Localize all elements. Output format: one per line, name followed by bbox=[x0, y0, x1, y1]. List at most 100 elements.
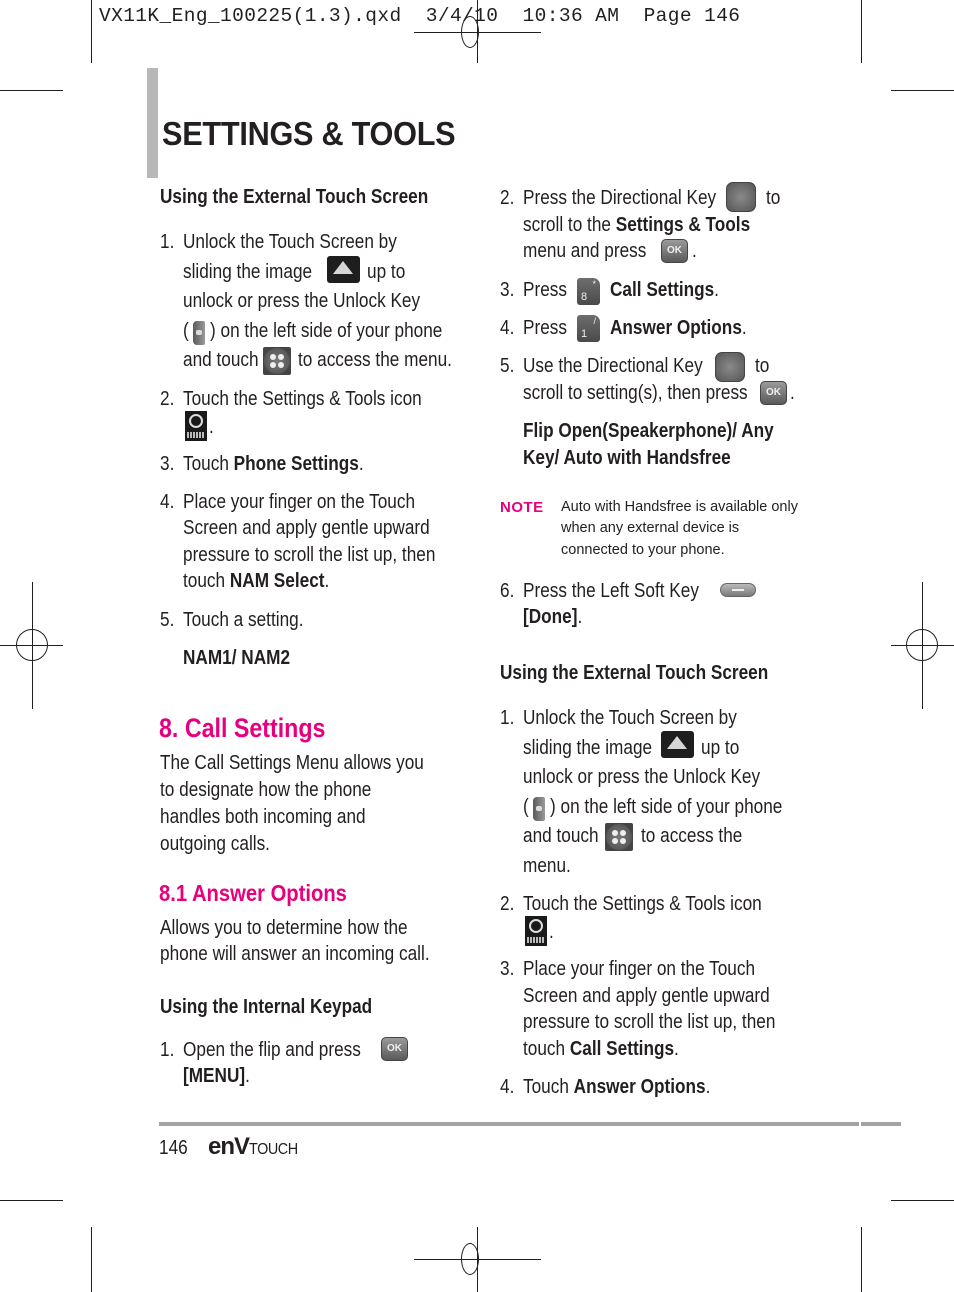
menu-reference: NAM Select bbox=[229, 570, 325, 592]
section-heading: Using the Internal Keypad bbox=[160, 996, 373, 1018]
menu-reference: [Done] bbox=[523, 606, 578, 628]
directional-key-icon bbox=[726, 182, 756, 212]
step-text: touch NAM Select. bbox=[183, 570, 329, 593]
step-text: unlock or press the Unlock Key bbox=[523, 766, 761, 788]
text: touch bbox=[183, 570, 230, 592]
step-text: Touch the Settings & Tools icon bbox=[523, 893, 762, 915]
body-text: outgoing calls. bbox=[160, 833, 270, 855]
step-text: . bbox=[692, 240, 697, 262]
options-list: NAM1/ NAM2 bbox=[183, 647, 291, 669]
step-text: sliding the image bbox=[523, 737, 653, 759]
unlock-key-icon bbox=[193, 321, 205, 345]
step-text: and touch bbox=[523, 825, 599, 847]
step-text: Place your finger on the Touch bbox=[523, 958, 756, 980]
brand-env: enV bbox=[208, 1133, 250, 1160]
step-text: and touch bbox=[183, 349, 259, 371]
step-text: Press the Directional Key bbox=[523, 187, 717, 209]
note-text: connected to your phone. bbox=[561, 542, 725, 558]
step-text: Screen and apply gentle upward bbox=[183, 517, 430, 539]
step-number: 4. bbox=[160, 491, 175, 513]
key-number: 1 bbox=[581, 328, 588, 340]
step-text: Screen and apply gentle upward bbox=[523, 985, 770, 1007]
text: . bbox=[741, 317, 747, 339]
menu-icon bbox=[263, 347, 291, 375]
crop-mark bbox=[0, 1200, 63, 1201]
text: . bbox=[358, 453, 364, 475]
step-text: unlock or press the Unlock Key bbox=[183, 290, 421, 312]
step-text: Touch the Settings & Tools icon bbox=[183, 388, 422, 410]
settings-tools-icon bbox=[525, 916, 547, 946]
unlock-key-icon bbox=[533, 797, 545, 821]
step-text: Touch a setting. bbox=[183, 609, 304, 631]
text: scroll to the bbox=[523, 214, 616, 236]
step-number: 4. bbox=[500, 1076, 515, 1098]
crop-mark bbox=[91, 1227, 92, 1292]
page-number: 146 bbox=[159, 1137, 188, 1159]
step-text: Answer Options. bbox=[610, 317, 747, 340]
ok-key-icon: OK bbox=[381, 1037, 408, 1061]
text: . bbox=[324, 570, 330, 592]
step-number: 1. bbox=[160, 1039, 175, 1061]
step-number: 3. bbox=[160, 453, 175, 475]
step-number: 2. bbox=[500, 187, 515, 209]
note-label: NOTE bbox=[500, 499, 544, 516]
note-text: when any external device is bbox=[561, 520, 740, 536]
menu-reference: Answer Options bbox=[573, 1076, 706, 1098]
text: . bbox=[674, 1038, 679, 1060]
step-text: ) on the left side of your phone bbox=[210, 320, 443, 342]
step-text: . bbox=[790, 382, 795, 404]
subsection-title: 8.1 Answer Options bbox=[159, 880, 347, 906]
crop-mark bbox=[891, 1200, 954, 1201]
crop-mark bbox=[91, 0, 92, 63]
step-number: 1. bbox=[500, 707, 515, 729]
text: . bbox=[714, 279, 719, 301]
menu-reference: [MENU] bbox=[183, 1065, 246, 1087]
options-list: Key/ Auto with Handsfree bbox=[523, 447, 731, 469]
slide-unlock-icon bbox=[327, 256, 360, 283]
section-title: 8. Call Settings bbox=[159, 713, 326, 743]
step-text: Use the Directional Key bbox=[523, 355, 703, 377]
note-text: Auto with Handsfree is available only bbox=[561, 499, 798, 515]
step-text: ) on the left side of your phone bbox=[550, 796, 783, 818]
ok-key-icon: OK bbox=[661, 239, 688, 263]
step-text: Press bbox=[523, 279, 567, 301]
registration-mark bbox=[906, 629, 938, 661]
step-text: [Done]. bbox=[523, 606, 582, 629]
menu-reference: Phone Settings bbox=[233, 453, 359, 475]
step-text: [MENU]. bbox=[183, 1065, 250, 1088]
text: touch bbox=[523, 1038, 570, 1060]
step-text: . bbox=[209, 416, 214, 438]
step-text: menu. bbox=[523, 855, 571, 877]
key-1-icon: 1/ bbox=[577, 315, 600, 342]
step-text: Press bbox=[523, 317, 567, 339]
step-number: 3. bbox=[500, 279, 515, 301]
step-text: Unlock the Touch Screen by bbox=[523, 707, 737, 729]
step-text: pressure to scroll the list up, then bbox=[523, 1011, 776, 1033]
options-list: Flip Open(Speakerphone)/ Any bbox=[523, 420, 774, 442]
body-text: handles both incoming and bbox=[160, 806, 366, 828]
registration-mark bbox=[461, 1243, 479, 1275]
slide-unlock-icon bbox=[661, 731, 694, 758]
settings-tools-icon bbox=[185, 411, 207, 441]
step-text: to bbox=[766, 187, 781, 209]
step-number: 4. bbox=[500, 317, 515, 339]
key-number: 8 bbox=[581, 291, 588, 303]
header-bar bbox=[147, 68, 158, 178]
text: Touch bbox=[523, 1076, 574, 1098]
text: Touch bbox=[183, 453, 234, 475]
menu-icon bbox=[605, 823, 633, 851]
step-number: 5. bbox=[500, 355, 515, 377]
brand-logo: enVTOUCH bbox=[208, 1133, 303, 1161]
step-text: Touch Answer Options. bbox=[523, 1076, 710, 1099]
ok-key-icon: OK bbox=[760, 381, 787, 405]
step-text: ( bbox=[523, 796, 529, 818]
body-text: The Call Settings Menu allows you bbox=[160, 752, 424, 774]
step-text: Open the flip and press bbox=[183, 1039, 361, 1061]
crop-mark bbox=[861, 1227, 862, 1292]
step-text: to access the menu. bbox=[298, 349, 452, 371]
left-soft-key-icon bbox=[720, 583, 756, 597]
print-slug: VX11K_Eng_100225(1.3).qxd 3/4/10 10:36 A… bbox=[99, 5, 741, 27]
section-heading: Using the External Touch Screen bbox=[160, 186, 429, 208]
footer-rule bbox=[159, 1122, 901, 1126]
step-number: 6. bbox=[500, 580, 515, 602]
